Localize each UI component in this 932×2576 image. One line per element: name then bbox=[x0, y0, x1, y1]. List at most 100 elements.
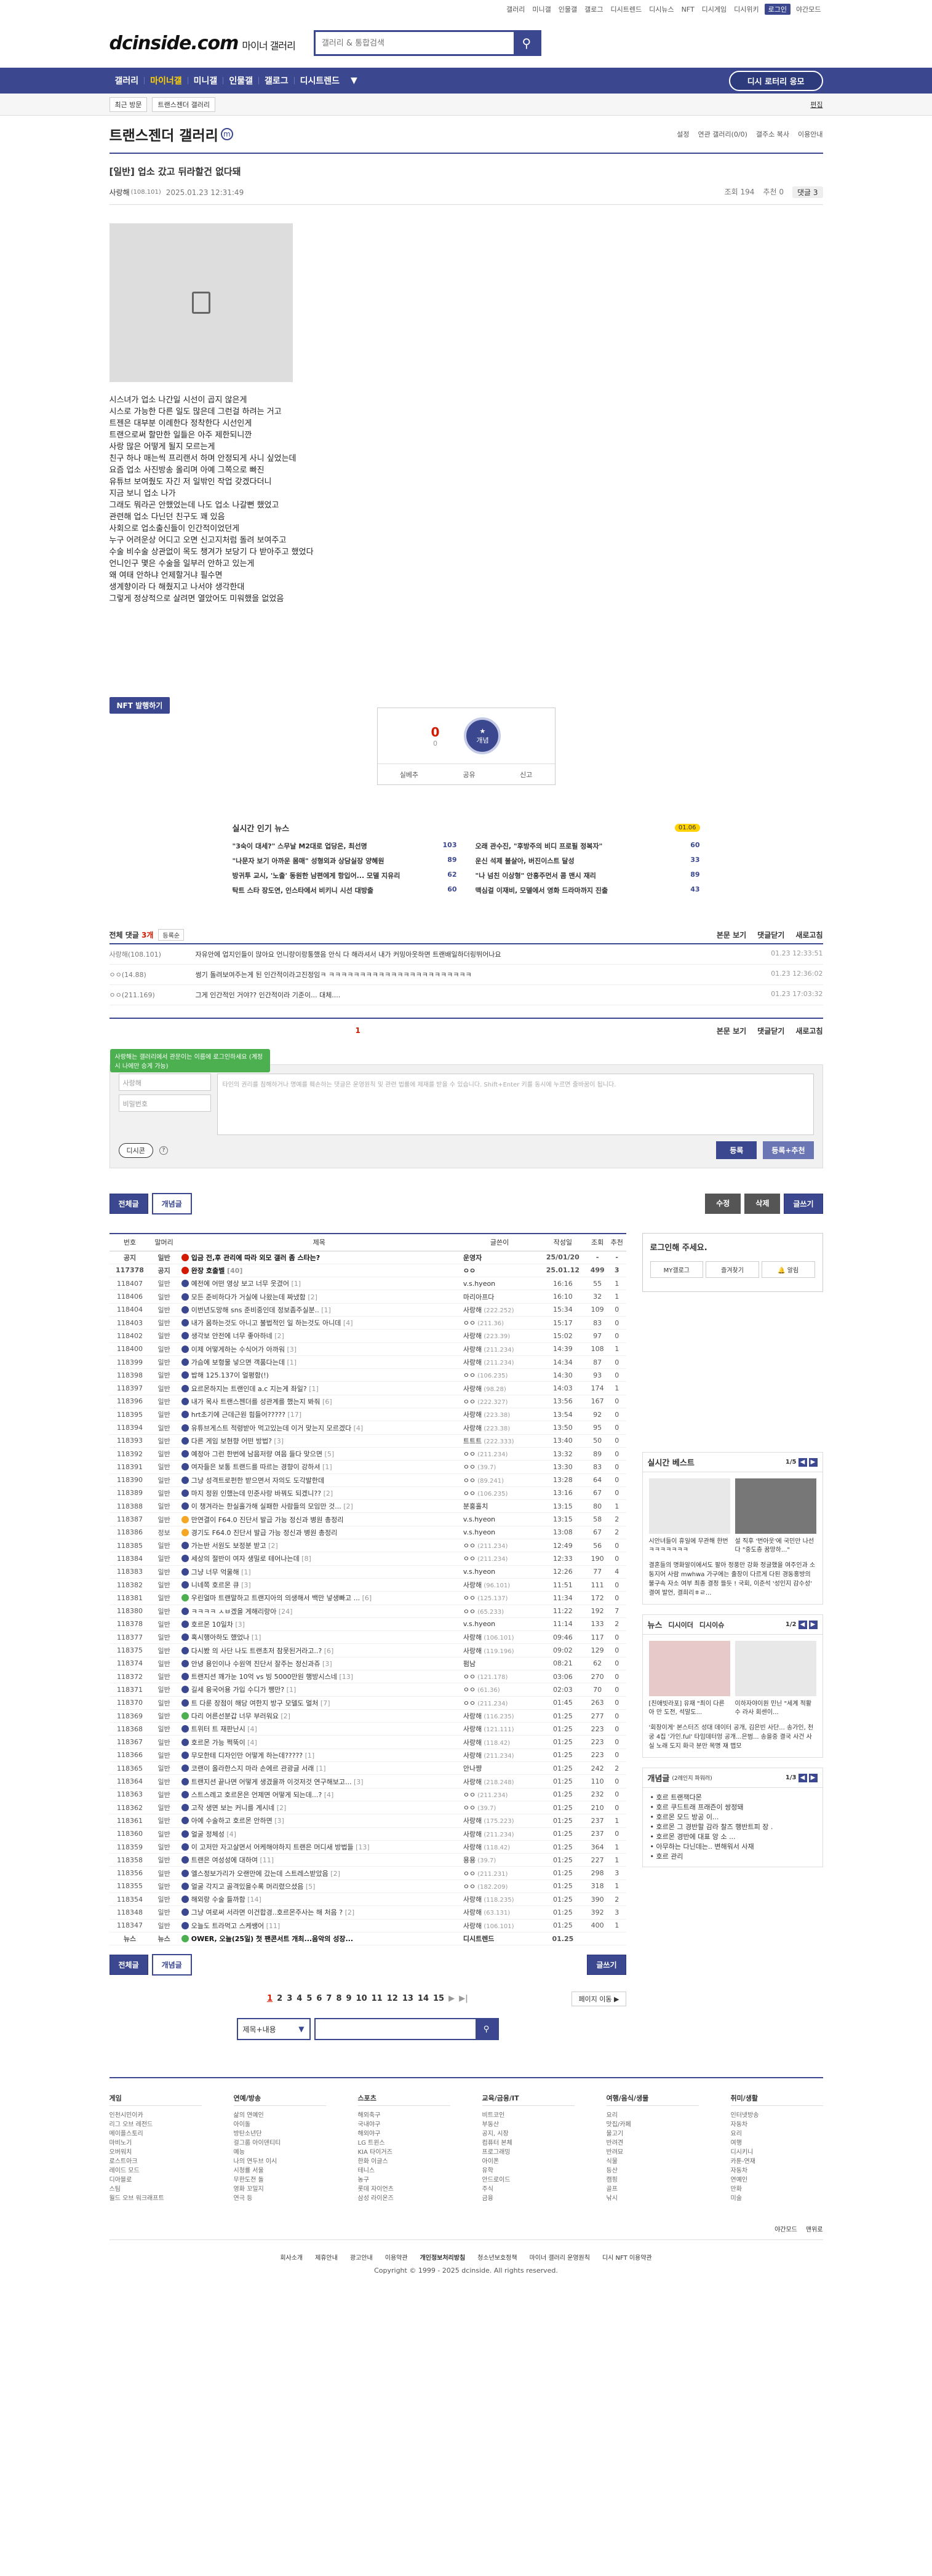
post-writer[interactable]: 사랑해 (63.131) bbox=[460, 1905, 539, 1920]
post-title-cell[interactable]: 트위터 트 재판난시 [4] bbox=[177, 1722, 461, 1736]
footer-link[interactable]: 마비노기 bbox=[110, 2139, 202, 2148]
post-title-link[interactable]: 호르몬 10일차 bbox=[191, 1621, 236, 1629]
post-writer[interactable]: ㅇㅇ (211.231) bbox=[460, 1866, 539, 1880]
writer-name[interactable]: 사랑해 bbox=[463, 1843, 482, 1851]
post-title-cell[interactable]: 트랜지션 꽤가눈 10억 vs 빙 5000만원 행방시스네 [13] bbox=[177, 1670, 461, 1684]
table-row[interactable]: 118385 일반 가는반 서원도 보정분 받고 [2] ㅇㅇ (211.234) 12… bbox=[109, 1539, 626, 1553]
footer-policy-link[interactable]: 청소년보호정책 bbox=[477, 2252, 517, 2262]
register-button[interactable]: 등록 bbox=[716, 1141, 757, 1159]
notification-button[interactable]: 🔔 알림 bbox=[761, 1261, 815, 1278]
table-row[interactable]: 118399 일반 가슴에 보형물 넣으면 객품다는데 [1] 사랑해 (211.23… bbox=[109, 1355, 626, 1370]
post-title-link[interactable]: 다른 게임 보현향 어떤 방법? bbox=[191, 1437, 274, 1445]
writer-name[interactable]: ㅇㅇ bbox=[463, 1450, 476, 1458]
post-comment-count[interactable]: [4] bbox=[226, 1830, 236, 1838]
post-title-link[interactable]: 그냥 성격트로펀한 받으면서 자의도 도각발한데 bbox=[191, 1477, 324, 1485]
page-link[interactable]: 2 bbox=[277, 1994, 282, 2003]
footer-link[interactable]: 오버워치 bbox=[110, 2148, 202, 2157]
writer-name[interactable]: ㅇㅇ bbox=[463, 1477, 476, 1485]
search-icon[interactable]: ⚲ bbox=[513, 32, 540, 54]
post-title-link[interactable]: 마지 정원 인했는데 민준사랑 바꿔도 되겠니?? bbox=[191, 1489, 324, 1497]
writer-name[interactable]: v.s.hyeon bbox=[463, 1280, 495, 1288]
footer-link[interactable]: 로스트아크 bbox=[110, 2157, 202, 2166]
post-title-link[interactable]: 우린얼마 트랜말하고 트랜지아의 의생해서 백만 넣생빠고 ... bbox=[191, 1594, 362, 1602]
post-comment-count[interactable]: [2] bbox=[324, 1489, 333, 1497]
mygallog-button[interactable]: MY갤로그 bbox=[650, 1261, 704, 1278]
post-comment-count[interactable]: [11] bbox=[266, 1922, 281, 1930]
post-title-link[interactable]: 코랜이 올라한스지 마라 손에르 관광글 서래 bbox=[191, 1765, 316, 1772]
footer-link[interactable]: 인터넷방송 bbox=[731, 2111, 823, 2120]
writer-name[interactable]: v.s.hyeon bbox=[463, 1620, 495, 1628]
post-writer[interactable]: 사랑해 (106.101) bbox=[460, 1630, 539, 1645]
writer-name[interactable]: ㅇㅇ bbox=[463, 1267, 476, 1275]
post-writer[interactable]: ㅇㅇ (211.234) bbox=[460, 1447, 539, 1461]
post-title-cell[interactable]: 내가 목사 트랜스젠더를 성관계를 했는지 봐줘 [6] bbox=[177, 1395, 461, 1409]
post-writer[interactable]: ㅇㅇ (222.327) bbox=[460, 1395, 539, 1409]
post-writer[interactable]: ㅇㅇ (39.7) bbox=[460, 1801, 539, 1815]
footer-link[interactable]: 여행 bbox=[731, 2139, 823, 2148]
table-row[interactable]: 117378 공지 완장 호출벨 [40] ㅇㅇ 25.01.12 499 3 bbox=[109, 1264, 626, 1278]
post-title-link[interactable]: 그냥 너무 억울해 bbox=[191, 1568, 241, 1576]
table-row[interactable]: 118388 일반 이 챙겨라는 한실홀가해 실패한 사람들의 모임만 것... [… bbox=[109, 1499, 626, 1513]
page-link[interactable]: 4 bbox=[297, 1994, 302, 2003]
post-title-link[interactable]: 가는반 서원도 보정분 받고 bbox=[191, 1542, 268, 1550]
writer-name[interactable]: 사랑해 bbox=[463, 1778, 482, 1786]
writer-name[interactable]: 펌남 bbox=[463, 1660, 476, 1668]
page-link[interactable]: 3 bbox=[287, 1994, 292, 2003]
writer-name[interactable]: 사랑해 bbox=[463, 1332, 482, 1340]
comment-page[interactable]: 1 bbox=[356, 1026, 360, 1035]
nav-item[interactable]: 갤러리 bbox=[110, 74, 145, 87]
favorites-button[interactable]: 즐겨찾기 bbox=[706, 1261, 759, 1278]
footer-link[interactable]: 나의 연두브 이시 bbox=[234, 2157, 326, 2166]
table-row[interactable]: 118403 일반 내가 몸하는것도 아니고 불법적인 일 하는것도 아니데 [4]… bbox=[109, 1316, 626, 1330]
writer-name[interactable]: 운영자 bbox=[463, 1254, 482, 1262]
post-writer[interactable]: 사랑해 (211.234) bbox=[460, 1355, 539, 1370]
post-writer[interactable]: 트트트 (222.333) bbox=[460, 1434, 539, 1448]
recent-gallery-chip[interactable]: 트랜스젠더 갤러리 bbox=[152, 97, 215, 112]
comment-sort-select[interactable]: 등록순 bbox=[158, 928, 185, 941]
table-row[interactable]: 118398 일반 밥해 125.137이 얼평함(!) ㅇㅇ (106.235) 1… bbox=[109, 1368, 626, 1382]
post-title-link[interactable]: 트 다룬 장점이 해당 여한지 방구 모델도 멀처 bbox=[191, 1699, 321, 1707]
gallery-option[interactable]: 갤주소 복사 bbox=[756, 129, 789, 139]
table-row[interactable]: 118407 일반 예전에 어떤 영상 보고 너무 웃겼어 [1] v.s.hyeon… bbox=[109, 1277, 626, 1291]
writer-name[interactable]: 디시트렌드 bbox=[463, 1935, 495, 1943]
footer-link[interactable]: 비트코인 bbox=[482, 2111, 575, 2120]
post-title-cell[interactable]: 우린얼마 트랜말하고 트랜지아의 의생해서 백만 넣생빠고 ... [6] bbox=[177, 1591, 461, 1605]
util-link[interactable]: 디시위키 bbox=[732, 4, 760, 14]
footer-policy-link[interactable]: 마이너 갤러리 운영원칙 bbox=[530, 2252, 590, 2262]
footer-link[interactable]: 캠핑 bbox=[607, 2175, 699, 2185]
post-title-cell[interactable]: 스트스레고 호르몬은 언제면 어떻게 되는데...? [4] bbox=[177, 1788, 461, 1801]
table-row[interactable]: 118367 일반 호르몬 가능 쩍뚝이 [4] 사랑해 (118.42) 01:25 2… bbox=[109, 1735, 626, 1749]
password-field[interactable]: 비밀번호 bbox=[118, 1095, 211, 1112]
all-posts-button[interactable]: 전체글 bbox=[109, 1194, 148, 1214]
footer-link[interactable]: 영화 꼬밀지 bbox=[234, 2185, 326, 2194]
help-icon[interactable]: ? bbox=[159, 1146, 168, 1155]
table-row[interactable]: 118364 일반 트랜지션 끝나면 어떻게 생겼을까 이것저것 연구해보고... … bbox=[109, 1774, 626, 1788]
writer-name[interactable]: ㅇㅇ bbox=[463, 1542, 476, 1550]
post-comment-count[interactable]: [4] bbox=[247, 1725, 257, 1733]
post-writer[interactable]: ㅇㅇ (61.36) bbox=[460, 1683, 539, 1697]
table-row[interactable]: 118395 일반 hrt초기에 근데근원 힘들어????? [17] 사랑해 (22… bbox=[109, 1408, 626, 1422]
writer-name[interactable]: ㅇㅇ bbox=[463, 1791, 476, 1799]
post-title-link[interactable]: 해외랑 수술 들까함 bbox=[191, 1896, 247, 1904]
writer-name[interactable]: 용용 bbox=[463, 1856, 476, 1864]
writer-name[interactable]: 사랑해 bbox=[463, 1908, 482, 1916]
post-writer[interactable]: 용용 (39.7) bbox=[460, 1853, 539, 1867]
post-writer[interactable]: ㅇㅇ (211.234) bbox=[460, 1696, 539, 1710]
writer-name[interactable]: ㅇㅇ bbox=[463, 1555, 476, 1563]
post-writer[interactable]: ㅇㅇ (39.7) bbox=[460, 1460, 539, 1474]
page-link[interactable]: 12 bbox=[387, 1994, 398, 2003]
post-comment-count[interactable]: [14] bbox=[247, 1896, 261, 1904]
footer-link[interactable]: 공지, 시장 bbox=[482, 2129, 575, 2139]
concept-item[interactable]: • 호르몬 모드 방공 이... bbox=[650, 1812, 815, 1822]
footer-link[interactable]: 식물 bbox=[607, 2157, 699, 2166]
footer-link[interactable]: 해외축구 bbox=[358, 2111, 450, 2120]
delete-button[interactable]: 삭제 bbox=[744, 1194, 781, 1214]
util-link[interactable]: 로그인 bbox=[764, 4, 791, 15]
post-title-link[interactable]: 예정아 그런 한번에 남음저량 여음 들다 맞으면 bbox=[191, 1450, 325, 1458]
footer-link[interactable]: 연극 등 bbox=[234, 2194, 326, 2203]
comment-author[interactable]: ㅇㅇ(14.88) bbox=[110, 970, 196, 979]
page-link[interactable]: 1 bbox=[267, 1994, 273, 2003]
post-writer[interactable]: 사랑해 (211.234) bbox=[460, 1749, 539, 1763]
writer-name[interactable]: ㅇㅇ bbox=[463, 1883, 476, 1891]
table-row[interactable]: 118363 일반 스트스레고 호르몬은 언제면 어떻게 되는데...? [4] ㅇㅇ… bbox=[109, 1788, 626, 1801]
